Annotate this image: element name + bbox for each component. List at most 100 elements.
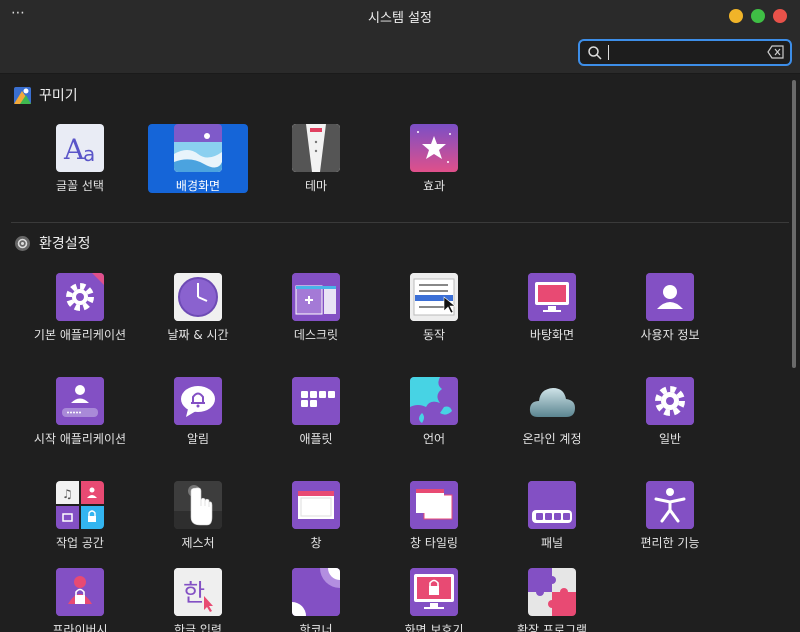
settings-item-theme[interactable]: 테마 <box>266 124 366 194</box>
window-icon <box>292 481 340 529</box>
settings-item-label: 제스처 <box>181 536 215 550</box>
star-effects-icon <box>410 124 458 172</box>
settings-item-label: 한글 입력 <box>174 623 222 632</box>
settings-item-label: 애플릿 <box>299 432 333 446</box>
settings-item-windows[interactable]: 창 <box>266 481 366 551</box>
settings-item-startup-apps[interactable]: 시작 애플리케이션 <box>30 377 130 447</box>
scrollbar[interactable] <box>792 80 796 368</box>
minimize-button[interactable] <box>729 9 743 23</box>
clock-icon <box>174 273 222 321</box>
section-appearance-title: 꾸미기 <box>39 88 78 104</box>
settings-item-label: 배경화면 <box>175 179 221 193</box>
settings-item-label: 데스크릿 <box>293 328 339 342</box>
settings-item-label: 바탕화면 <box>529 328 575 342</box>
settings-item-label: 확장 프로그램 <box>516 623 588 632</box>
settings-item-extensions[interactable]: 확장 프로그램 <box>502 568 602 632</box>
section-appearance-header: 꾸미기 <box>14 85 78 105</box>
tuxedo-theme-icon <box>292 124 340 172</box>
actions-list-icon <box>410 273 458 321</box>
maximize-button[interactable] <box>751 9 765 23</box>
settings-item-notifications[interactable]: 알림 <box>148 377 248 447</box>
settings-item-screensaver[interactable]: 화면 보호기 <box>384 568 484 632</box>
settings-item-panel[interactable]: 패널 <box>502 481 602 551</box>
settings-item-label: 글꼴 선택 <box>56 179 104 193</box>
settings-item-hot-corners[interactable]: 핫코너 <box>266 568 366 632</box>
font-aa-icon: A a <box>56 124 104 172</box>
gesture-hand-icon <box>174 481 222 529</box>
language-map-icon <box>410 377 458 425</box>
settings-item-privacy[interactable]: 프라이버시 <box>30 568 130 632</box>
settings-item-gestures[interactable]: 제스처 <box>148 481 248 551</box>
search-input[interactable] <box>578 39 792 66</box>
section-preferences-title: 환경설정 <box>39 236 91 252</box>
text-cursor <box>608 45 609 60</box>
clear-search-icon[interactable] <box>767 45 785 59</box>
settings-item-label: 작업 공간 <box>56 536 104 550</box>
settings-item-label: 언어 <box>422 432 446 446</box>
settings-item-desklets[interactable]: 데스크릿 <box>266 273 366 343</box>
close-button[interactable] <box>773 9 787 23</box>
settings-item-label: 사용자 정보 <box>640 328 700 342</box>
settings-item-label: 핫코너 <box>299 623 333 632</box>
desktop-monitor-icon <box>528 273 576 321</box>
settings-item-label: 시작 애플리케이션 <box>33 432 127 446</box>
settings-item-effects[interactable]: 효과 <box>384 124 484 194</box>
settings-item-general[interactable]: 일반 <box>620 377 720 447</box>
extensions-puzzle-icon <box>528 568 576 616</box>
settings-item-label: 화면 보호기 <box>404 623 464 632</box>
notification-bell-icon <box>174 377 222 425</box>
settings-item-date-time[interactable]: 날짜 & 시간 <box>148 273 248 343</box>
privacy-icon <box>56 568 104 616</box>
settings-item-label: 기본 애플리케이션 <box>33 328 127 342</box>
settings-item-label: 편리한 기능 <box>640 536 700 550</box>
search-icon <box>588 46 602 60</box>
settings-item-actions[interactable]: 동작 <box>384 273 484 343</box>
settings-item-online-accounts[interactable]: 온라인 계정 <box>502 377 602 447</box>
settings-item-label: 패널 <box>540 536 564 550</box>
settings-item-label: 프라이버시 <box>52 623 108 632</box>
toolbar <box>0 32 800 74</box>
settings-item-applets[interactable]: 애플릿 <box>266 377 366 447</box>
window-tiling-icon <box>410 481 458 529</box>
default-apps-gear-icon <box>56 273 104 321</box>
settings-item-label: 일반 <box>658 432 682 446</box>
workspaces-icon: ♫ <box>56 481 104 529</box>
general-gear-icon <box>646 377 694 425</box>
desklet-icon <box>292 273 340 321</box>
screensaver-icon <box>410 568 458 616</box>
settings-item-default-apps[interactable]: 기본 애플리케이션 <box>30 273 130 343</box>
svg-text:♫: ♫ <box>62 487 73 501</box>
appearance-icon <box>14 86 31 104</box>
section-divider <box>11 222 789 223</box>
settings-item-label: 테마 <box>304 179 328 193</box>
settings-item-window-tiling[interactable]: 창 타일링 <box>384 481 484 551</box>
settings-item-hangul-input[interactable]: 한 한글 입력 <box>148 568 248 632</box>
settings-item-wallpaper[interactable]: 배경화면 <box>148 124 248 193</box>
accessibility-icon <box>646 481 694 529</box>
settings-item-desktop[interactable]: 바탕화면 <box>502 273 602 343</box>
settings-item-label: 창 <box>310 536 322 550</box>
section-preferences-header: 환경설정 <box>14 233 91 253</box>
svg-text:한: 한 <box>183 579 205 607</box>
settings-item-user-info[interactable]: 사용자 정보 <box>620 273 720 343</box>
settings-item-label: 동작 <box>422 328 446 342</box>
preferences-gear-icon <box>15 235 30 251</box>
online-accounts-cloud-icon <box>528 377 576 425</box>
settings-item-accessibility[interactable]: 편리한 기능 <box>620 481 720 551</box>
svg-text:A: A <box>63 133 85 166</box>
wallpaper-icon <box>174 124 222 172</box>
hot-corner-icon <box>292 568 340 616</box>
startup-apps-icon <box>56 377 104 425</box>
panel-icon <box>528 481 576 529</box>
settings-item-workspaces[interactable]: ♫ 작업 공간 <box>30 481 130 551</box>
settings-item-fonts[interactable]: A a 글꼴 선택 <box>30 124 130 194</box>
settings-item-label: 온라인 계정 <box>522 432 582 446</box>
applets-icon <box>292 377 340 425</box>
hangul-input-icon: 한 <box>174 568 222 616</box>
settings-item-label: 날짜 & 시간 <box>167 328 229 342</box>
settings-item-label: 효과 <box>422 179 446 193</box>
settings-item-language[interactable]: 언어 <box>384 377 484 447</box>
svg-text:a: a <box>83 142 95 166</box>
title-bar: ⋯ 시스템 설정 <box>0 0 800 32</box>
window-title: 시스템 설정 <box>368 11 432 26</box>
